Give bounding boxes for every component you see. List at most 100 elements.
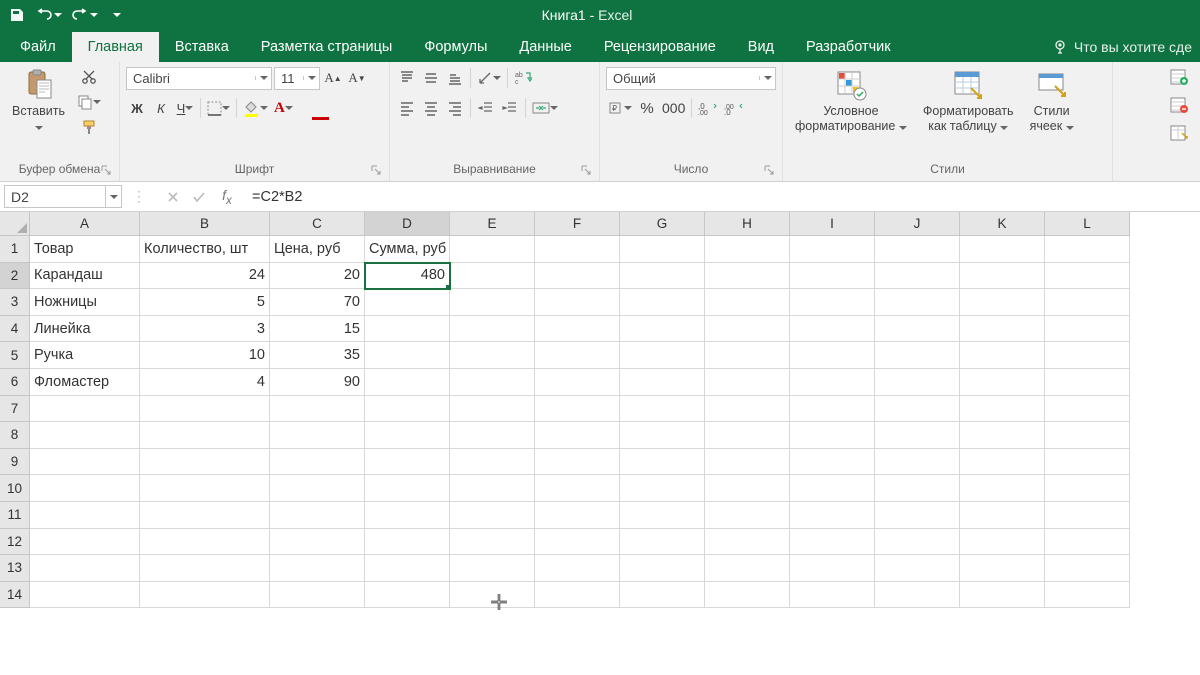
cell[interactable] xyxy=(790,449,875,476)
cell[interactable] xyxy=(140,529,270,556)
borders-button[interactable] xyxy=(205,97,232,119)
cell[interactable] xyxy=(1045,369,1130,396)
tab-данные[interactable]: Данные xyxy=(503,32,587,62)
row-header[interactable]: 3 xyxy=(0,289,30,316)
tab-файл[interactable]: Файл xyxy=(4,32,72,62)
increase-decimal-icon[interactable]: ,0,00 xyxy=(696,97,720,119)
cell[interactable] xyxy=(620,529,705,556)
cell[interactable] xyxy=(960,263,1045,290)
cell[interactable] xyxy=(270,582,365,609)
cell[interactable] xyxy=(875,422,960,449)
fill-handle[interactable] xyxy=(445,284,450,289)
cell[interactable] xyxy=(365,502,450,529)
cell[interactable] xyxy=(450,529,535,556)
tab-разработчик[interactable]: Разработчик xyxy=(790,32,907,62)
row-header[interactable]: 12 xyxy=(0,529,30,556)
cell[interactable] xyxy=(620,316,705,343)
cell[interactable] xyxy=(875,316,960,343)
column-header[interactable]: J xyxy=(875,212,960,236)
cell[interactable] xyxy=(790,316,875,343)
number-dialog-launcher[interactable] xyxy=(764,165,776,177)
cell[interactable] xyxy=(365,449,450,476)
cell[interactable] xyxy=(450,396,535,423)
cell[interactable] xyxy=(705,449,790,476)
align-top-icon[interactable] xyxy=(396,67,418,89)
cell[interactable] xyxy=(535,369,620,396)
fill-color-button[interactable] xyxy=(241,97,270,119)
cell[interactable] xyxy=(960,422,1045,449)
cell[interactable] xyxy=(705,316,790,343)
cell[interactable] xyxy=(140,396,270,423)
cell[interactable] xyxy=(790,289,875,316)
align-right-icon[interactable] xyxy=(444,97,466,119)
cell[interactable]: 20 xyxy=(270,263,365,290)
format-cells-icon[interactable] xyxy=(1168,122,1190,144)
cell[interactable] xyxy=(1045,502,1130,529)
cell[interactable] xyxy=(790,555,875,582)
column-header[interactable]: C xyxy=(270,212,365,236)
cell[interactable] xyxy=(270,422,365,449)
cell[interactable]: Цена, руб xyxy=(270,236,365,263)
font-size-combobox[interactable]: 11 xyxy=(274,67,320,90)
cell[interactable] xyxy=(450,422,535,449)
cell[interactable] xyxy=(875,555,960,582)
format-as-table-button[interactable]: Форматировать как таблицу xyxy=(917,66,1020,136)
align-bottom-icon[interactable] xyxy=(444,67,466,89)
cell[interactable] xyxy=(1045,263,1130,290)
cell[interactable] xyxy=(365,369,450,396)
italic-button[interactable]: К xyxy=(150,97,172,119)
tab-рецензирование[interactable]: Рецензирование xyxy=(588,32,732,62)
cell[interactable] xyxy=(535,289,620,316)
cell[interactable] xyxy=(140,502,270,529)
cell[interactable] xyxy=(270,475,365,502)
cell[interactable] xyxy=(705,582,790,609)
name-box[interactable]: D2 xyxy=(4,185,122,208)
cell[interactable] xyxy=(705,289,790,316)
cell[interactable]: Фломастер xyxy=(30,369,140,396)
cell[interactable] xyxy=(450,555,535,582)
tab-главная[interactable]: Главная xyxy=(72,32,159,62)
row-header[interactable]: 1 xyxy=(0,236,30,263)
cell[interactable] xyxy=(620,236,705,263)
cell[interactable] xyxy=(875,396,960,423)
cell[interactable] xyxy=(620,342,705,369)
copy-icon[interactable] xyxy=(75,91,103,113)
cell[interactable] xyxy=(960,316,1045,343)
cell[interactable]: Ручка xyxy=(30,342,140,369)
column-header[interactable]: K xyxy=(960,212,1045,236)
cell[interactable] xyxy=(450,263,535,290)
cell[interactable]: 35 xyxy=(270,342,365,369)
cell[interactable] xyxy=(365,422,450,449)
align-center-icon[interactable] xyxy=(420,97,442,119)
cell[interactable] xyxy=(705,422,790,449)
cell[interactable] xyxy=(875,529,960,556)
cell[interactable] xyxy=(960,342,1045,369)
cell[interactable] xyxy=(365,582,450,609)
increase-font-icon[interactable]: A▲ xyxy=(322,67,344,89)
cell[interactable] xyxy=(1045,555,1130,582)
cell[interactable]: 3 xyxy=(140,316,270,343)
cell[interactable] xyxy=(140,449,270,476)
cell[interactable] xyxy=(960,289,1045,316)
cell-styles-button[interactable]: Стили ячеек xyxy=(1024,66,1080,136)
cell[interactable] xyxy=(30,555,140,582)
formula-cancel-icon[interactable] xyxy=(160,185,186,208)
cell[interactable] xyxy=(960,475,1045,502)
cell[interactable] xyxy=(535,342,620,369)
cell[interactable] xyxy=(875,289,960,316)
cell[interactable] xyxy=(960,582,1045,609)
cell[interactable] xyxy=(450,369,535,396)
cell[interactable] xyxy=(875,502,960,529)
cell[interactable]: Сумма, руб xyxy=(365,236,450,263)
cell[interactable] xyxy=(875,582,960,609)
font-name-combobox[interactable]: Calibri xyxy=(126,67,272,90)
clipboard-dialog-launcher[interactable] xyxy=(101,165,113,177)
align-left-icon[interactable] xyxy=(396,97,418,119)
merge-center-button[interactable] xyxy=(530,97,560,119)
cell[interactable] xyxy=(365,475,450,502)
bold-button[interactable]: Ж xyxy=(126,97,148,119)
cell[interactable] xyxy=(875,449,960,476)
accounting-format-button[interactable]: ₽ xyxy=(606,97,634,119)
cell[interactable] xyxy=(1045,342,1130,369)
comma-button[interactable]: 000 xyxy=(660,97,687,119)
